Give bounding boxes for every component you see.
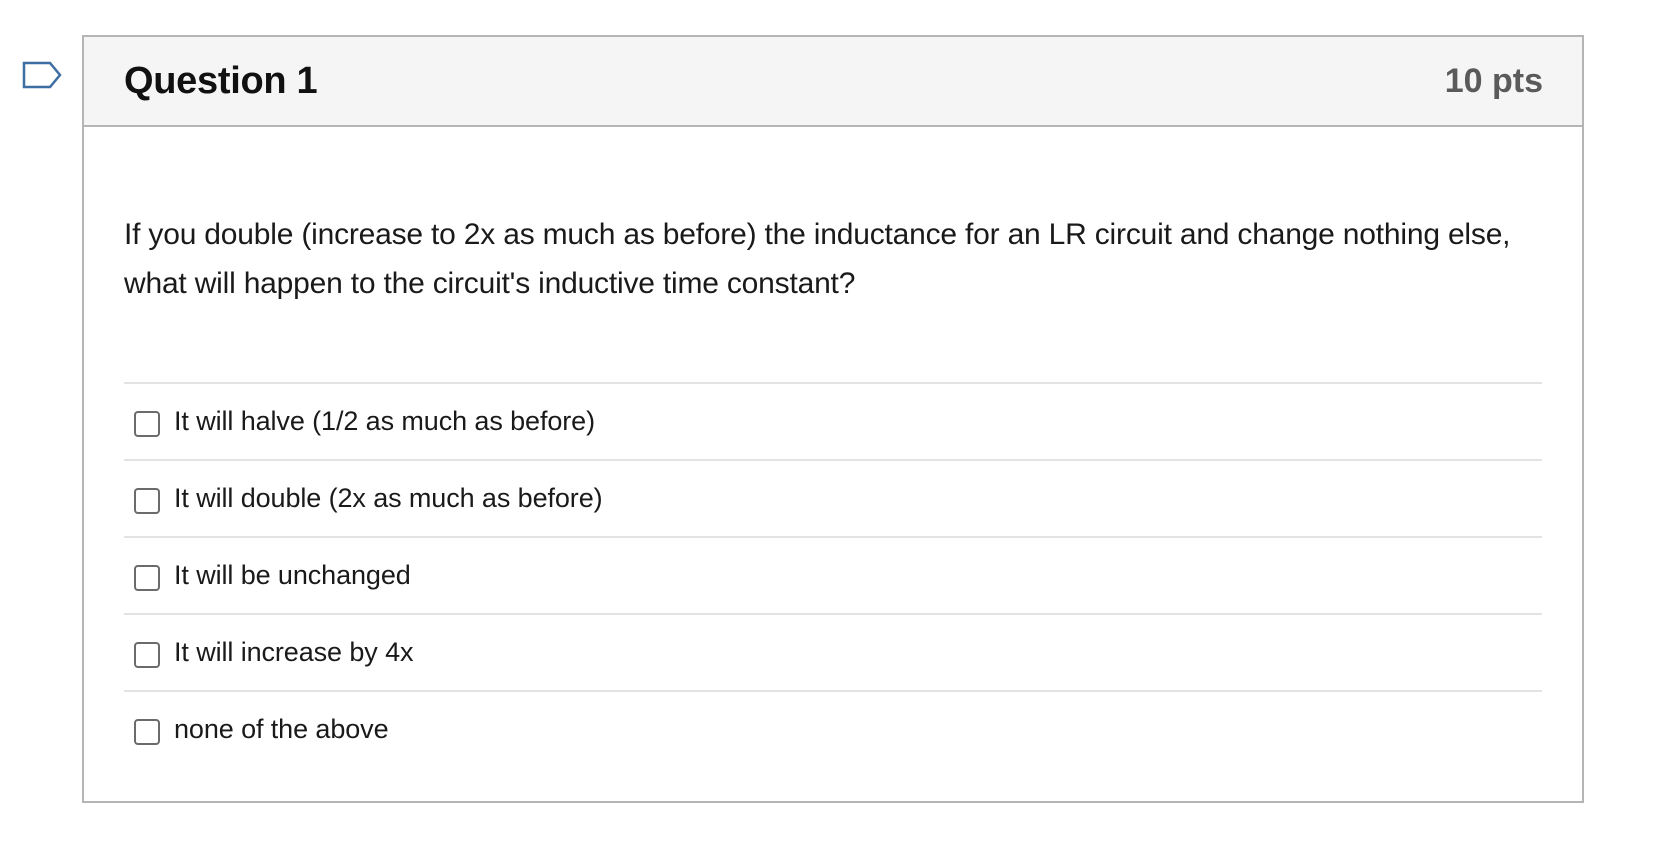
question-title: Question 1 — [124, 59, 318, 102]
bookmark-flag-icon — [22, 61, 62, 89]
answer-option[interactable]: It will be unchanged — [124, 538, 1542, 615]
question-text: If you double (increase to 2x as much as… — [124, 218, 1511, 300]
quiz-page: Question 1 10 pts If you double (increas… — [0, 0, 1666, 860]
answer-label[interactable]: It will halve (1/2 as much as before) — [174, 406, 595, 437]
answer-label[interactable]: none of the above — [174, 714, 389, 745]
flag-question-icon[interactable] — [22, 61, 64, 95]
question-body: If you double (increase to 2x as much as… — [84, 127, 1582, 767]
answer-label[interactable]: It will increase by 4x — [174, 637, 413, 668]
answer-checkbox[interactable] — [134, 487, 160, 514]
answer-option[interactable]: It will double (2x as much as before) — [124, 461, 1542, 538]
answer-option[interactable]: none of the above — [124, 692, 1542, 767]
answer-option[interactable]: It will increase by 4x — [124, 615, 1542, 692]
answer-checkbox[interactable] — [134, 410, 160, 437]
answer-label[interactable]: It will be unchanged — [174, 560, 411, 591]
question-points: 10 pts — [1444, 61, 1543, 100]
answer-list: It will halve (1/2 as much as before) It… — [124, 382, 1542, 767]
answer-label[interactable]: It will double (2x as much as before) — [174, 483, 603, 514]
answer-checkbox[interactable] — [134, 641, 160, 668]
question-header: Question 1 10 pts — [84, 37, 1582, 127]
answer-checkbox[interactable] — [134, 564, 160, 591]
answer-checkbox[interactable] — [134, 718, 160, 745]
answer-option[interactable]: It will halve (1/2 as much as before) — [124, 384, 1542, 461]
question-card: Question 1 10 pts If you double (increas… — [82, 35, 1584, 803]
